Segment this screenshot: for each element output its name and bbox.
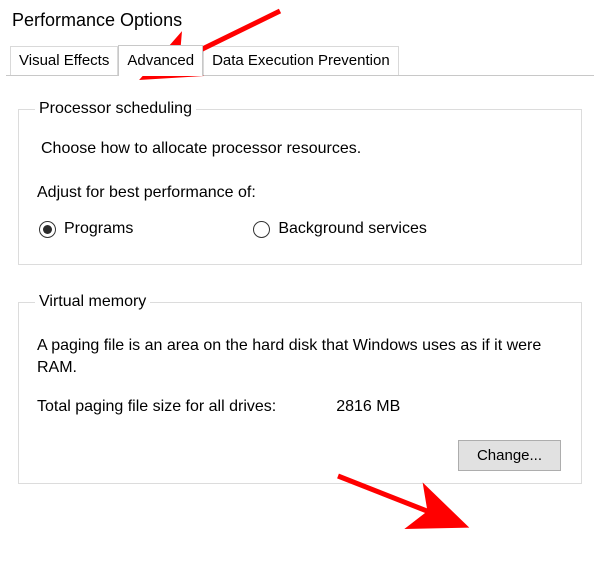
radio-row: Programs Background services [39, 220, 565, 238]
tab-visual-effects[interactable]: Visual Effects [10, 46, 118, 75]
group-legend: Virtual memory [35, 293, 150, 311]
button-row: Change... [35, 440, 565, 471]
radio-icon [39, 221, 56, 238]
vm-total-row: Total paging file size for all drives: 2… [37, 398, 563, 416]
tab-strip: Visual Effects Advanced Data Execution P… [0, 45, 600, 75]
tab-label: Data Execution Prevention [212, 52, 390, 69]
radio-label: Background services [278, 220, 427, 238]
adjust-label: Adjust for best performance of: [37, 184, 565, 202]
processor-desc: Choose how to allocate processor resourc… [41, 140, 565, 158]
window-title: Performance Options [0, 0, 600, 45]
group-legend: Processor scheduling [35, 100, 196, 118]
vm-desc: A paging file is an area on the hard dis… [37, 335, 563, 380]
vm-total-label: Total paging file size for all drives: [37, 398, 276, 416]
radio-background-services[interactable]: Background services [253, 220, 427, 238]
tab-dep[interactable]: Data Execution Prevention [203, 46, 399, 75]
tab-panel-advanced: Processor scheduling Choose how to alloc… [0, 76, 600, 484]
tab-advanced[interactable]: Advanced [118, 45, 203, 76]
group-processor-scheduling: Processor scheduling Choose how to alloc… [18, 100, 582, 265]
group-virtual-memory: Virtual memory A paging file is an area … [18, 293, 582, 484]
radio-icon [253, 221, 270, 238]
tab-baseline [6, 75, 594, 76]
vm-total-value: 2816 MB [336, 398, 400, 416]
radio-label: Programs [64, 220, 133, 238]
tab-label: Visual Effects [19, 52, 109, 69]
change-button[interactable]: Change... [458, 440, 561, 471]
radio-programs[interactable]: Programs [39, 220, 133, 238]
tab-label: Advanced [127, 52, 194, 69]
